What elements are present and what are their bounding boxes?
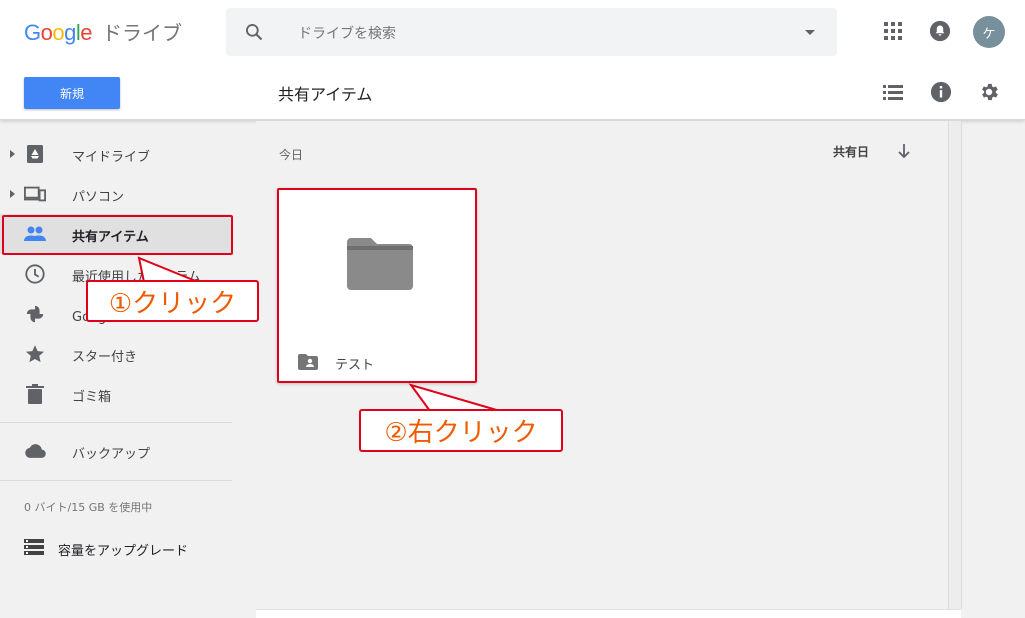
cloud-icon [24,440,46,462]
sidebar-item-label: バックアップ [72,447,151,462]
sidebar: マイドライブ パソコン 共有アイテム 最近使用したアイテム Google フォト… [0,121,256,618]
divider [0,480,232,481]
search-bar[interactable]: ドライブを検索 [226,8,837,56]
drive-icon [24,143,46,165]
logo-letter: o [40,20,53,45]
search-input[interactable]: ドライブを検索 [298,23,396,43]
shared-folder-icon [298,354,318,374]
drive-logo[interactable]: Google ドライブ [24,17,182,46]
sidebar-item-backup[interactable]: バックアップ [0,431,232,471]
sidebar-item-my-drive[interactable]: マイドライブ [0,134,232,174]
trash-icon [24,383,46,405]
divider [0,422,232,423]
top-bar: Google ドライブ ドライブを検索 ケ [0,0,1025,64]
section-header-today: 今日 [279,148,304,162]
pinwheel-icon [24,303,46,325]
storage-icon [24,539,44,559]
main-content: 今日 共有日 テスト [256,121,948,609]
apps-grid-icon[interactable] [884,22,902,44]
page-title: 共有アイテム [278,85,373,104]
logo-letter: o [52,20,65,45]
details-panel-edge [948,121,962,609]
upgrade-label: 容量をアップグレード [58,543,189,559]
expand-arrow-icon[interactable] [10,150,15,158]
sidebar-item-label: パソコン [72,190,125,205]
product-name: ドライブ [102,21,183,45]
sort-direction-arrow-icon[interactable] [897,143,911,163]
logo-letter: g [64,20,76,45]
list-view-icon[interactable] [883,84,903,104]
sidebar-item-computers[interactable]: パソコン [0,174,232,214]
highlight-shared-item [2,215,233,255]
star-icon [24,343,46,365]
expand-arrow-icon[interactable] [10,190,15,198]
callout-click: ①クリック [86,280,259,322]
logo-letter: G [24,20,41,45]
callout-right-click: ②右クリック [359,409,563,452]
sidebar-item-trash[interactable]: ゴミ箱 [0,374,232,414]
computer-icon [24,183,46,205]
google-logo-text: Google [24,20,93,46]
callout1-pointer [137,256,199,283]
info-icon[interactable] [930,81,952,107]
folder-icon [347,238,413,294]
clock-icon [24,263,46,285]
sort-by-shared-date[interactable]: 共有日 [833,143,869,160]
toolbar: 新規 共有アイテム [0,64,1025,120]
account-avatar[interactable]: ケ [973,16,1005,48]
gear-icon[interactable] [978,81,1000,107]
search-icon[interactable] [244,22,264,46]
new-button[interactable]: 新規 [24,77,120,109]
storage-usage: 0 バイト/15 GB を使用中 [24,501,153,514]
search-options-chevron-icon[interactable] [805,30,815,35]
bottom-edge [256,609,961,618]
sidebar-item-starred[interactable]: スター付き [0,334,232,374]
folder-name: テスト [335,358,375,373]
sidebar-item-label: スター付き [72,350,138,365]
callout2-pointer [408,383,501,412]
logo-letter: e [80,20,93,45]
notification-bell-icon[interactable] [929,20,951,46]
folder-card[interactable]: テスト [277,188,477,383]
upgrade-storage-link[interactable]: 容量をアップグレード [24,535,188,563]
sidebar-item-label: ゴミ箱 [72,390,112,405]
sidebar-item-label: マイドライブ [72,150,151,165]
